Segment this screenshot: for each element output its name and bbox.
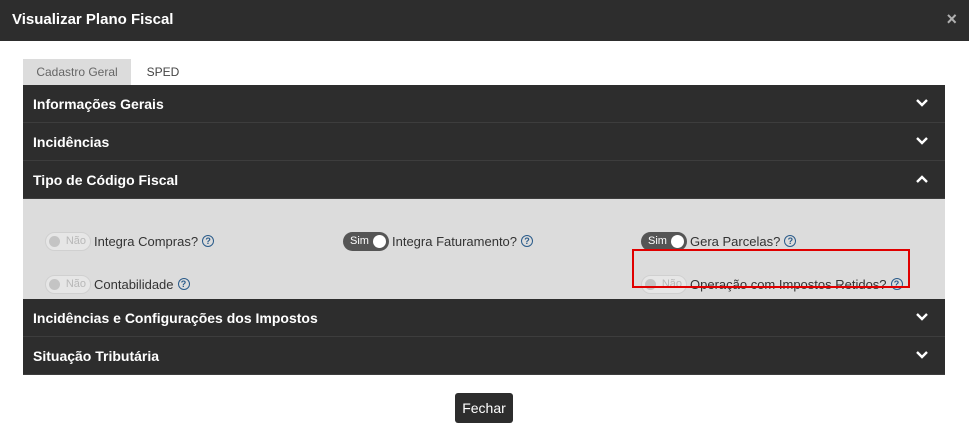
help-icon[interactable]: ? (521, 235, 534, 247)
modal-header: Visualizar Plano Fiscal × (0, 0, 969, 41)
chevron-down-icon (915, 123, 929, 161)
help-icon[interactable]: ? (177, 278, 190, 290)
toggle-knob (49, 235, 60, 247)
help-icon[interactable]: ? (784, 235, 797, 247)
operacao-impostos-toggle[interactable]: Não (641, 274, 687, 294)
chevron-down-icon (915, 337, 929, 375)
section-situacao-tributaria[interactable]: Situação Tributária (23, 337, 945, 375)
section-incidencias-configuracoes[interactable]: Incidências e Configurações dos Impostos (23, 299, 945, 337)
chevron-up-icon (915, 161, 929, 199)
toggle-state: Sim (648, 234, 667, 247)
toggle-knob (49, 278, 60, 290)
toggle-knob (645, 278, 656, 290)
toggle-state: Não (65, 234, 86, 247)
field-label: Integra Faturamento? (392, 233, 518, 249)
field-operacao-impostos-retidos: Não Operação com Impostos Retidos? ? (641, 274, 903, 294)
section-title: Informações Gerais (33, 96, 164, 112)
contabilidade-toggle[interactable]: Não (45, 274, 91, 294)
section-tipo-codigo-fiscal[interactable]: Tipo de Código Fiscal (23, 161, 945, 199)
section-title: Incidências (33, 134, 110, 150)
section-title: Situação Tributária (33, 348, 160, 364)
tab-cadastro-geral[interactable]: Cadastro Geral (23, 59, 131, 85)
toggle-state: Sim (350, 234, 369, 247)
section-title: Incidências e Configurações dos Impostos (33, 310, 318, 326)
toggle-knob (671, 234, 684, 248)
help-icon[interactable]: ? (202, 235, 215, 247)
field-label: Operação com Impostos Retidos? (690, 276, 887, 292)
section-informacoes-gerais[interactable]: Informações Gerais (23, 85, 945, 123)
section-tipo-codigo-fiscal-body: Não Integra Compras? ? Sim Integra Fatur… (23, 199, 945, 299)
field-gera-parcelas: Sim Gera Parcelas? ? (641, 231, 797, 251)
field-integra-faturamento: Sim Integra Faturamento? ? (343, 231, 534, 251)
field-label: Contabilidade (94, 276, 174, 292)
modal-title: Visualizar Plano Fiscal (12, 11, 174, 28)
close-icon[interactable]: × (946, 9, 957, 29)
section-title: Tipo de Código Fiscal (33, 172, 179, 188)
tab-sped[interactable]: SPED (137, 59, 189, 85)
field-label: Integra Compras? (94, 233, 199, 249)
toggle-state: Não (65, 277, 86, 290)
chevron-down-icon (915, 85, 929, 123)
integra-faturamento-toggle[interactable]: Sim (343, 231, 389, 251)
field-integra-compras: Não Integra Compras? ? (45, 231, 215, 251)
integra-compras-toggle[interactable]: Não (45, 231, 91, 251)
help-icon[interactable]: ? (890, 278, 903, 290)
toggle-knob (373, 234, 386, 248)
field-contabilidade: Não Contabilidade ? (45, 274, 190, 294)
section-incidencias[interactable]: Incidências (23, 123, 945, 161)
fechar-button[interactable]: Fechar (455, 393, 513, 423)
accordion: Informações Gerais Incidências Tipo de C… (23, 85, 945, 375)
toggle-state: Não (661, 277, 682, 290)
gera-parcelas-toggle[interactable]: Sim (641, 231, 687, 251)
chevron-down-icon (915, 299, 929, 337)
field-label: Gera Parcelas? (690, 233, 781, 249)
